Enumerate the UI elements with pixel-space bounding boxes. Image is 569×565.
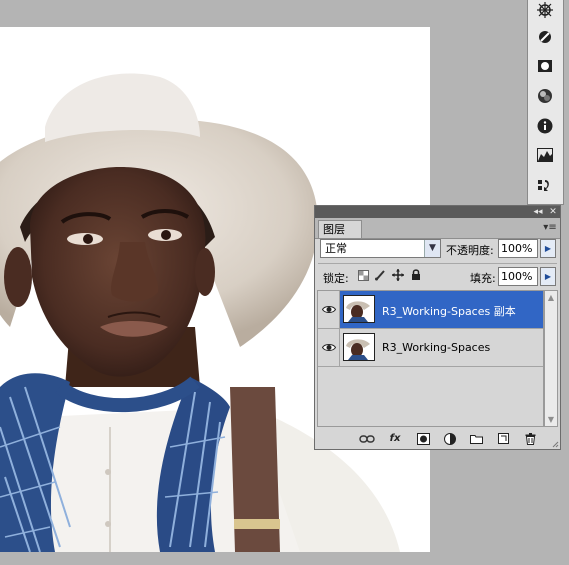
layer-name-cell[interactable]: R3_Working-Spaces xyxy=(340,329,543,366)
fx-icon[interactable]: fx xyxy=(387,432,403,445)
opacity-label: 不透明度: xyxy=(446,244,494,257)
mask-icon[interactable] xyxy=(415,432,431,445)
navigator-icon[interactable] xyxy=(535,0,555,20)
scroll-down-icon[interactable]: ▼ xyxy=(545,413,557,426)
panel-dock xyxy=(527,0,564,205)
new-layer-icon[interactable] xyxy=(495,432,511,445)
scroll-up-icon[interactable]: ▲ xyxy=(545,291,557,304)
resize-grip-icon[interactable] xyxy=(552,441,559,448)
history-icon[interactable] xyxy=(535,175,555,195)
fill-label: 填充: xyxy=(470,272,496,285)
panel-title-bar[interactable]: ◂◂ ✕ xyxy=(315,206,560,218)
layers-panel: ◂◂ ✕ 图层 ▾≡ 正常 ▼ 不透明度: 100% ▶ 锁定: 填充: 100… xyxy=(314,205,561,450)
divider xyxy=(318,263,557,264)
lock-label: 锁定: xyxy=(323,272,349,285)
fill-input[interactable]: 100% xyxy=(498,267,538,286)
layer-name: R3_Working-Spaces xyxy=(382,341,491,354)
opacity-input[interactable]: 100% xyxy=(498,239,538,258)
blend-mode-value: 正常 xyxy=(325,242,347,255)
fill-slider-button[interactable]: ▶ xyxy=(540,267,556,286)
styles-icon[interactable] xyxy=(535,86,555,106)
layers-scrollbar[interactable]: ▲ ▼ xyxy=(544,290,558,427)
tab-bar: 图层 ▾≡ xyxy=(315,218,560,239)
layer-row[interactable]: R3_Working-Spaces 副本 xyxy=(318,291,543,329)
layer-row[interactable]: R3_Working-Spaces xyxy=(318,329,543,367)
lock-transparent-icon[interactable] xyxy=(357,269,369,281)
info-icon[interactable] xyxy=(535,116,555,136)
close-icon[interactable]: ✕ xyxy=(548,207,558,217)
layer-thumbnail xyxy=(343,295,375,323)
layers-bottom-bar: fx xyxy=(315,428,560,449)
lock-pixels-icon[interactable] xyxy=(374,269,386,281)
blend-mode-select[interactable]: 正常 ▼ xyxy=(320,239,441,258)
eye-icon[interactable] xyxy=(318,329,340,366)
layer-name-cell[interactable]: R3_Working-Spaces 副本 xyxy=(340,291,543,328)
layer-name: R3_Working-Spaces 副本 xyxy=(382,305,516,318)
tab-layers[interactable]: 图层 xyxy=(318,220,362,238)
layer-thumbnail xyxy=(343,333,375,361)
panel-menu-icon[interactable]: ▾≡ xyxy=(543,222,557,234)
chevron-down-icon: ▼ xyxy=(424,240,440,257)
color-icon[interactable] xyxy=(535,27,555,47)
opacity-slider-button[interactable]: ▶ xyxy=(540,239,556,258)
swatches-icon[interactable] xyxy=(535,56,555,76)
link-icon[interactable] xyxy=(359,432,375,445)
adjustment-icon[interactable] xyxy=(442,432,458,445)
lock-all-icon[interactable] xyxy=(410,269,422,281)
layers-list: R3_Working-Spaces 副本 R3_Working-Spaces xyxy=(317,290,544,427)
histogram-icon[interactable] xyxy=(535,145,555,165)
eye-icon[interactable] xyxy=(318,291,340,328)
trash-icon[interactable] xyxy=(522,432,538,445)
group-icon[interactable] xyxy=(468,432,484,445)
collapse-icon[interactable]: ◂◂ xyxy=(533,207,543,217)
lock-position-icon[interactable] xyxy=(392,269,404,281)
